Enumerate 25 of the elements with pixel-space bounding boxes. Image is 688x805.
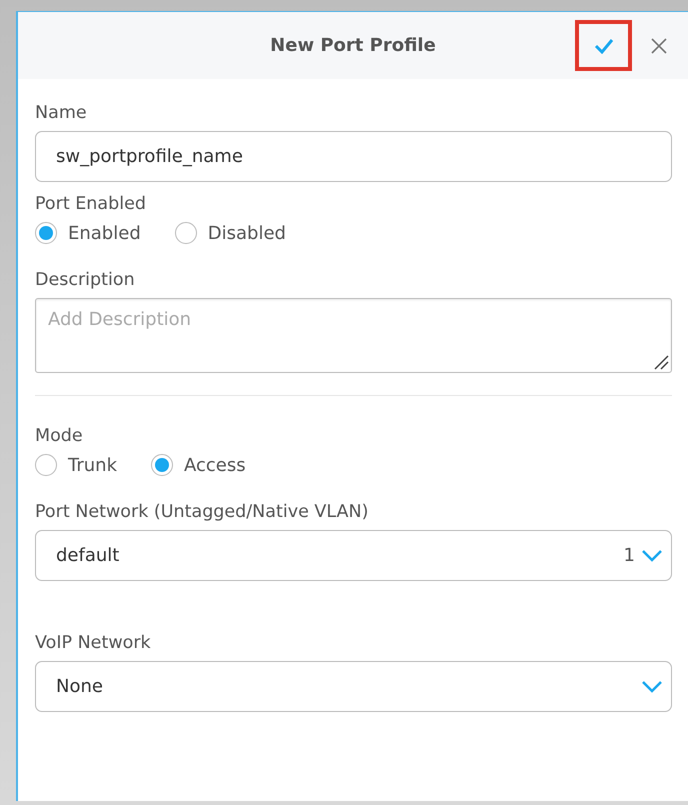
radio-button[interactable] — [174, 222, 197, 244]
field-label: Port Network (Untagged/Native VLAN) — [35, 502, 368, 522]
field-label: Description — [35, 270, 135, 290]
radio-label: Trunk — [68, 454, 117, 476]
field-label: Name — [35, 103, 87, 123]
field-label: Mode — [35, 426, 83, 446]
radio-label: Access — [184, 454, 246, 476]
close-icon — [650, 36, 668, 54]
radio-button[interactable] — [151, 454, 173, 476]
chevron-down-icon — [641, 548, 663, 562]
panel-title: New Port Profile — [270, 35, 436, 56]
confirm-button[interactable] — [575, 20, 632, 71]
dropdown-field[interactable]: default 1 — [35, 530, 672, 581]
radio-label: Disabled — [208, 222, 286, 244]
checkmark-icon — [594, 38, 614, 54]
vlan-id: 1 — [624, 545, 635, 566]
field-label: Port Enabled — [35, 194, 146, 214]
radio-button[interactable] — [35, 454, 57, 476]
radio-button[interactable] — [35, 222, 57, 244]
radio-label: Enabled — [68, 222, 141, 244]
field-label: VoIP Network — [35, 633, 151, 653]
name-field[interactable]: sw_portprofile_name — [35, 131, 672, 182]
resize-grip-icon[interactable] — [653, 354, 669, 370]
dropdown-field[interactable]: None — [35, 661, 672, 712]
chevron-down-icon — [641, 680, 663, 694]
